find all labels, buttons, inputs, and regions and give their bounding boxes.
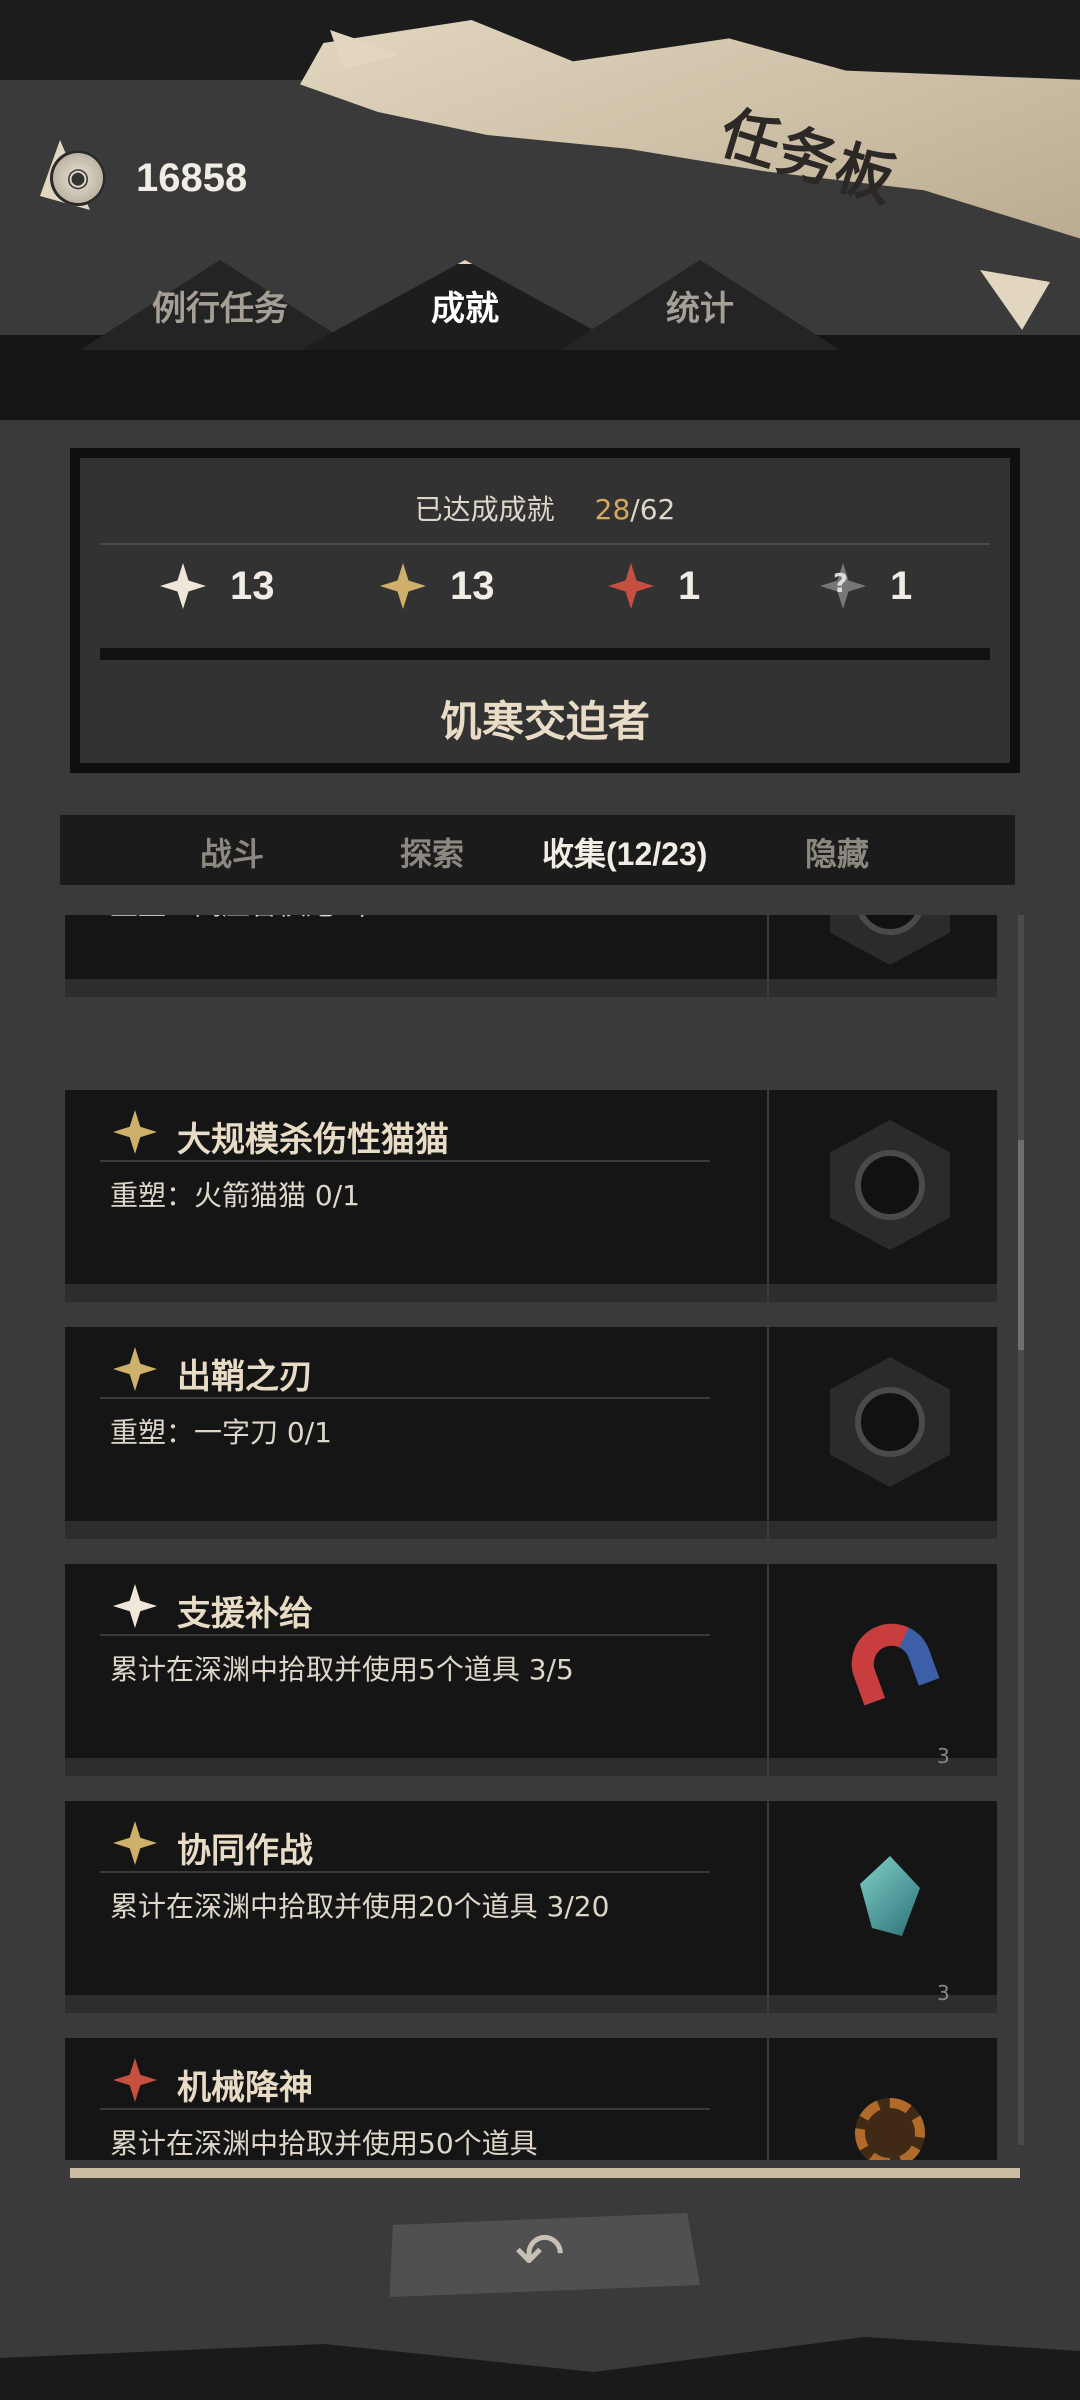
banner-shard bbox=[980, 270, 1050, 330]
achievement-title: 机械降神 bbox=[177, 2069, 313, 2107]
achievement-icon bbox=[830, 1120, 950, 1250]
locked-hex-icon bbox=[830, 1357, 950, 1487]
list-bottom-border bbox=[70, 2168, 1020, 2178]
gear-icon bbox=[855, 2098, 925, 2160]
progress-achieved: 28 bbox=[594, 493, 631, 526]
achievement-description: 重塑：一字刀 0/1 bbox=[110, 1416, 332, 1449]
star-counts: 13 13 1 ? 1 bbox=[80, 553, 1010, 633]
achievement-card: 大规模杀伤性猫猫 重塑：火箭猫猫 0/1 bbox=[65, 1090, 997, 1302]
gold-star-icon bbox=[113, 1110, 157, 1154]
hidden-star-count: ? 1 bbox=[820, 563, 912, 609]
tab-collect[interactable]: 收集(12/23) bbox=[542, 829, 707, 875]
achievement-title: 支援补给 bbox=[177, 1595, 313, 1633]
crystal-icon bbox=[860, 1856, 920, 1936]
achievement-icon bbox=[830, 1357, 950, 1487]
tab-hidden[interactable]: 隐藏 bbox=[805, 829, 869, 875]
magnet-icon bbox=[840, 1612, 940, 1706]
question-mark-icon: ? bbox=[833, 569, 849, 599]
achievement-list[interactable]: 重塑：高压香槟炮 0/1 大规模杀伤性猫猫 重塑：火箭猫猫 0/1 出鞘之刃 重… bbox=[65, 915, 1010, 2160]
achievement-icon bbox=[830, 1831, 950, 1961]
coin-value: 16858 bbox=[136, 155, 248, 200]
tab-label: 成就 bbox=[431, 289, 499, 328]
card-divider bbox=[767, 1564, 769, 1776]
tab-combat[interactable]: 战斗 bbox=[200, 829, 264, 875]
achievement-title: 出鞘之刃 bbox=[177, 1358, 313, 1396]
count-value: 13 bbox=[230, 563, 275, 608]
coin-icon: ◉ bbox=[50, 150, 106, 206]
achievement-title: 协同作战 bbox=[177, 1832, 313, 1870]
gold-star-icon bbox=[380, 563, 426, 609]
white-star-count: 13 bbox=[160, 563, 275, 609]
tab-label: 统计 bbox=[666, 289, 734, 328]
gold-star-icon bbox=[113, 1347, 157, 1391]
card-divider bbox=[767, 2038, 769, 2160]
count-value: 13 bbox=[450, 563, 495, 608]
earned-title: 饥寒交迫者 bbox=[439, 698, 650, 745]
locked-hex-icon bbox=[830, 915, 950, 965]
bottom-decor bbox=[0, 2337, 1080, 2400]
card-edge bbox=[65, 1758, 997, 1776]
achievement-card: 支援补给 累计在深渊中拾取并使用5个道具 3/5 3 bbox=[65, 1564, 997, 1776]
white-star-icon bbox=[160, 563, 206, 609]
white-star-icon bbox=[113, 1584, 157, 1628]
currency-display: ◉ 16858 bbox=[50, 150, 247, 206]
achievement-description: 累计在深渊中拾取并使用5个道具 3/5 bbox=[110, 1653, 574, 1686]
item-count: 3 bbox=[937, 1744, 950, 1768]
category-tabs: 战斗 探索 收集(12/23) 隐藏 bbox=[60, 815, 1015, 885]
count-value: 1 bbox=[678, 563, 701, 608]
tab-explore[interactable]: 探索 bbox=[400, 829, 464, 875]
achievement-card: 出鞘之刃 重塑：一字刀 0/1 bbox=[65, 1327, 997, 1539]
achievement-description: 重塑：高压香槟炮 0/1 bbox=[110, 915, 630, 925]
red-star-icon bbox=[113, 2058, 157, 2102]
card-edge bbox=[65, 979, 997, 997]
scroll-thumb[interactable] bbox=[1018, 1140, 1024, 1350]
back-button[interactable]: ↶ bbox=[389, 2213, 700, 2297]
achievement-description: 累计在深渊中拾取并使用50个道具 bbox=[110, 2127, 538, 2160]
divider bbox=[100, 543, 990, 545]
card-divider bbox=[767, 915, 769, 997]
card-edge bbox=[65, 1284, 997, 1302]
achievement-summary: 已达成成就 28/62 13 13 1 ? 1 饥寒交迫者 bbox=[70, 448, 1020, 773]
achievement-card: 机械降神 累计在深渊中拾取并使用50个道具 bbox=[65, 2038, 997, 2160]
progress-label: 已达成成就 bbox=[414, 493, 555, 526]
achievement-card: 重塑：高压香槟炮 0/1 bbox=[65, 915, 997, 997]
tab-statistics[interactable]: 统计 bbox=[560, 260, 840, 350]
card-divider bbox=[767, 1801, 769, 2013]
locked-hex-icon bbox=[830, 1120, 950, 1250]
achievement-progress: 已达成成就 28/62 bbox=[80, 488, 1010, 528]
hex-inner bbox=[855, 1150, 925, 1220]
card-divider bbox=[767, 1327, 769, 1539]
back-arrow-icon: ↶ bbox=[514, 2220, 566, 2290]
hex-inner bbox=[855, 915, 925, 935]
list-scrollbar[interactable] bbox=[1018, 915, 1024, 2145]
achievement-icon bbox=[830, 915, 950, 965]
progress-total: /62 bbox=[630, 493, 676, 526]
gold-star-icon bbox=[113, 1821, 157, 1865]
achievement-description: 累计在深渊中拾取并使用20个道具 3/20 bbox=[110, 1890, 610, 1923]
gold-star-count: 13 bbox=[380, 563, 495, 609]
card-edge bbox=[65, 1521, 997, 1539]
hex-inner bbox=[855, 1387, 925, 1457]
red-star-count: 1 bbox=[608, 563, 700, 609]
card-divider bbox=[767, 1090, 769, 1302]
achievement-card: 协同作战 累计在深渊中拾取并使用20个道具 3/20 3 bbox=[65, 1801, 997, 2013]
achievement-description: 重塑：火箭猫猫 0/1 bbox=[110, 1179, 360, 1212]
divider bbox=[100, 648, 990, 660]
item-count: 3 bbox=[937, 1981, 950, 2005]
red-star-icon bbox=[608, 563, 654, 609]
achievement-icon bbox=[830, 1594, 950, 1724]
achievement-title: 大规模杀伤性猫猫 bbox=[177, 1121, 449, 1159]
card-edge bbox=[65, 1995, 997, 2013]
tab-label: 例行任务 bbox=[152, 289, 288, 328]
count-value: 1 bbox=[890, 563, 913, 608]
achievement-icon bbox=[830, 2068, 950, 2160]
